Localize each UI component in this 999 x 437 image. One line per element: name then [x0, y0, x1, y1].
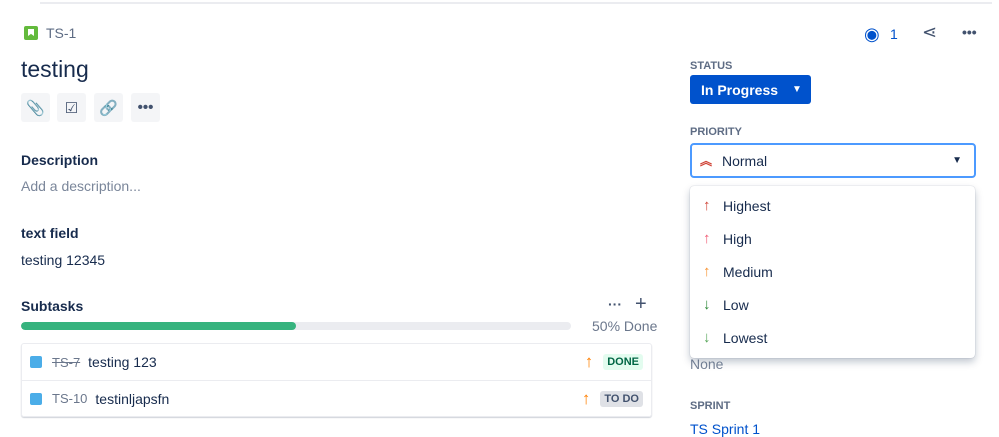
top-divider	[40, 2, 992, 4]
subtask-type-icon	[30, 392, 42, 405]
description-input[interactable]: Add a description...	[21, 178, 141, 194]
progress-text: 50% Done	[592, 318, 658, 334]
link-issue-button[interactable]: 🔗	[94, 93, 123, 122]
sprint-link[interactable]: TS Sprint 1	[690, 421, 760, 437]
status-label: STATUS	[690, 60, 733, 72]
progress-fill	[21, 322, 296, 330]
status-value: In Progress	[701, 81, 779, 98]
add-subtask-icon[interactable]: +	[635, 293, 647, 316]
share-icon[interactable]: ⋖	[922, 22, 937, 43]
arrow-up-icon: ↑	[703, 230, 711, 247]
subtask-key[interactable]: TS-10	[52, 391, 87, 406]
option-label: Highest	[723, 197, 771, 214]
subtask-key[interactable]: TS-7	[52, 355, 80, 370]
sprint-label: SPRINT	[690, 400, 731, 412]
more-icon: •••	[137, 99, 154, 116]
priority-option-medium[interactable]: ↑ Medium	[690, 255, 975, 288]
chevron-down-icon: ▼	[792, 84, 802, 95]
subtask-icon: ☑	[64, 99, 79, 117]
more-actions-button[interactable]: •••	[131, 93, 160, 122]
priority-medium-icon: ↑	[584, 352, 594, 371]
priority-value: Normal	[722, 152, 768, 169]
priority-option-high[interactable]: ↑ High	[690, 222, 975, 255]
issue-key[interactable]: TS-1	[46, 25, 76, 41]
status-dropdown-button[interactable]: In Progress ▼	[690, 75, 811, 104]
option-label: Lowest	[723, 329, 768, 346]
add-subtask-button[interactable]: ☑	[57, 93, 86, 122]
issue-title[interactable]: testing	[21, 56, 89, 83]
field-value-none: None	[690, 356, 724, 372]
link-icon: 🔗	[99, 99, 118, 117]
priority-option-highest[interactable]: ↑ Highest	[690, 189, 975, 222]
priority-dropdown-menu: ↑ Highest ↑ High ↑ Medium ↓ Low ↓ Lowest	[690, 186, 975, 358]
priority-label: PRIORITY	[690, 126, 742, 138]
subtasks-label: Subtasks	[21, 298, 84, 314]
priority-option-lowest[interactable]: ↓ Lowest	[690, 321, 975, 354]
priority-major-icon: ︽	[700, 154, 713, 168]
priority-select[interactable]: ︽ Normal ▼	[690, 143, 976, 178]
arrow-down-icon: ↓	[703, 329, 711, 346]
arrow-down-icon: ↓	[703, 296, 711, 313]
subtask-row[interactable]: TS-7 testing 123 ↑ DONE	[22, 344, 651, 380]
arrow-up-icon: ↑	[703, 263, 711, 280]
subtask-type-icon	[30, 356, 42, 368]
priority-medium-icon: ↑	[581, 388, 591, 408]
more-icon[interactable]: •••	[962, 24, 977, 40]
option-label: Medium	[723, 263, 773, 280]
priority-option-low[interactable]: ↓ Low	[690, 288, 975, 321]
watch-count[interactable]: 1	[890, 26, 898, 42]
chevron-down-icon: ▼	[952, 155, 962, 166]
subtask-summary[interactable]: testinljapsfn	[95, 391, 169, 407]
subtask-list: TS-7 testing 123 ↑ DONE TS-10 testinljap…	[21, 343, 652, 417]
option-label: Low	[723, 296, 749, 313]
subtasks-more-icon[interactable]: ···	[608, 296, 622, 312]
text-field-value[interactable]: testing 12345	[21, 252, 105, 268]
status-lozenge: TO DO	[600, 390, 643, 407]
watch-eye-icon[interactable]: ◉	[864, 24, 880, 45]
attach-button[interactable]: 📎	[21, 93, 50, 122]
description-label: Description	[21, 152, 99, 168]
text-field-label: text field	[21, 225, 79, 241]
subtask-summary[interactable]: testing 123	[88, 354, 157, 370]
paperclip-icon: 📎	[26, 99, 45, 117]
option-label: High	[723, 230, 752, 247]
status-lozenge: DONE	[603, 354, 643, 370]
story-icon	[24, 26, 38, 40]
arrow-up-icon: ↑	[703, 197, 711, 214]
subtask-progress-bar	[21, 322, 571, 330]
subtask-row[interactable]: TS-10 testinljapsfn ↑ TO DO	[22, 380, 651, 416]
